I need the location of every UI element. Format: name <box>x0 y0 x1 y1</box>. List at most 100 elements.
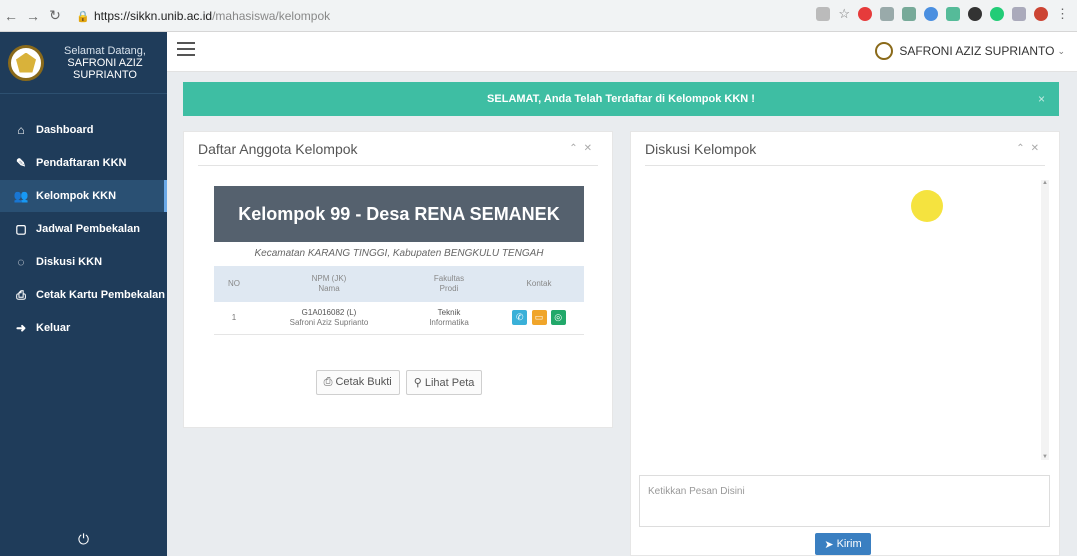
forward-icon[interactable]: → <box>22 8 44 24</box>
col-kontak: Kontak <box>494 266 584 302</box>
chat-icon: ◌ <box>17 255 25 269</box>
topbar: SAFRONI AZIZ SUPRIANTO ⌄ <box>167 32 1077 72</box>
cell-prodi: Informatika <box>429 317 469 327</box>
sidebar-item-jadwal[interactable]: ▢ Jadwal Pembekalan <box>0 213 167 245</box>
print-icon: ⎙ <box>16 287 26 302</box>
browser-toolbar: ← → ↻ 🔒 https://sikkn.unib.ac.id /mahasi… <box>0 0 1077 32</box>
chat-scrollbar[interactable]: ▲ ▼ <box>1041 180 1049 460</box>
extension-icon[interactable] <box>924 7 938 21</box>
scroll-down-icon[interactable]: ▼ <box>1041 454 1049 460</box>
url-path: /mahasiswa/kelompok <box>212 9 331 23</box>
extension-icon[interactable] <box>902 7 916 21</box>
kelompok-title: Kelompok 99 - Desa RENA SEMANEK <box>214 186 584 242</box>
collapse-icon[interactable]: ⌃ <box>1016 143 1030 154</box>
extension-icon[interactable] <box>880 7 894 21</box>
sidebar-item-kelompok[interactable]: 👥 Kelompok KKN <box>0 180 167 212</box>
extension-icon[interactable] <box>1012 7 1026 21</box>
close-icon[interactable]: ✕ <box>584 143 598 154</box>
anggota-table: NO NPM (JK) Nama Fakultas Prodi Kontak 1… <box>214 266 584 335</box>
user-logo-icon <box>875 42 894 60</box>
anggota-panel: Daftar Anggota Kelompok ⌃✕ Kelompok 99 -… <box>183 131 613 428</box>
lihat-peta-label: Lihat Peta <box>424 377 475 389</box>
lihat-peta-button[interactable]: ⚲ Lihat Peta <box>405 370 483 395</box>
collapse-icon[interactable]: ⌃ <box>569 143 583 154</box>
success-alert: SELAMAT, Anda Telah Terdaftar di Kelompo… <box>183 82 1059 116</box>
phone-icon[interactable]: ✆ <box>512 310 528 326</box>
welcome-text: Selamat Datang, <box>64 44 146 57</box>
col-npm: NPM (JK) Nama <box>254 266 404 302</box>
star-icon[interactable]: ☆ <box>838 6 850 22</box>
cetak-bukti-label: Cetak Bukti <box>335 376 392 388</box>
mouse-cursor-highlight <box>911 190 943 222</box>
hamburger-menu-icon[interactable] <box>177 42 195 56</box>
map-marker-icon: ⚲ <box>413 377 422 389</box>
back-icon[interactable]: ← <box>0 8 22 24</box>
close-icon[interactable]: ✕ <box>1031 143 1045 154</box>
message-input[interactable]: Ketikkan Pesan Disini <box>639 475 1050 527</box>
kecamatan-text: Kecamatan KARANG TINGGI, Kabupaten BENGK… <box>254 248 544 259</box>
sidebar-item-label: Pendaftaran KKN <box>36 157 127 169</box>
scroll-up-icon[interactable]: ▲ <box>1041 180 1049 186</box>
sidebar-user-name: SAFRONI AZIZ SUPRIANTO <box>67 56 143 81</box>
sidebar-item-label: Cetak Kartu Pembekalan <box>36 289 165 301</box>
send-button[interactable]: ➤ Kirim <box>815 533 871 555</box>
users-icon: 👥 <box>13 189 29 203</box>
col-fakultas: Fakultas Prodi <box>404 266 494 302</box>
header-npm: NPM (JK) <box>311 274 347 283</box>
panel-title: Daftar Anggota Kelompok <box>198 140 358 157</box>
diskusi-panel: Diskusi Kelompok ⌃✕ ▲ ▼ Ketikkan Pesan D… <box>630 131 1060 556</box>
sidebar-item-label: Jadwal Pembekalan <box>36 223 140 235</box>
sidebar-menu: ⌂ Dashboard ✎ Pendaftaran KKN 👥 Kelompok… <box>0 114 167 344</box>
col-no: NO <box>214 266 254 302</box>
power-icon[interactable]: ⏻ <box>0 531 167 548</box>
extension-icon[interactable] <box>968 7 982 21</box>
sidebar-item-keluar[interactable]: ➜ Keluar <box>0 312 167 344</box>
extensions-area: ☆ ⋮ <box>816 6 1069 22</box>
lock-icon: 🔒 <box>76 10 90 23</box>
cell-npm-nama: G1A016082 (L) Safroni Aziz Suprianto <box>254 302 404 335</box>
cell-fakultas-prodi: Teknik Informatika <box>404 302 494 335</box>
table-header-row: NO NPM (JK) Nama Fakultas Prodi Kontak <box>214 266 584 302</box>
close-icon[interactable]: × <box>1038 92 1045 106</box>
sidebar-item-label: Keluar <box>36 322 71 334</box>
sidebar-item-diskusi[interactable]: ◌ Diskusi KKN <box>0 246 167 278</box>
whatsapp-icon[interactable]: ◎ <box>550 310 566 326</box>
extension-icon[interactable] <box>990 7 1004 21</box>
send-icon: ➤ <box>824 538 834 551</box>
sidebar-item-cetak-kartu[interactable]: ⎙ Cetak Kartu Pembekalan <box>0 279 167 311</box>
extension-icon[interactable] <box>946 7 960 21</box>
panel-title: Diskusi Kelompok <box>645 140 757 157</box>
university-logo <box>8 44 44 81</box>
cell-nama: Safroni Aziz Suprianto <box>289 317 369 327</box>
user-dropdown[interactable]: SAFRONI AZIZ SUPRIANTO ⌄ <box>875 42 1065 60</box>
sidebar-item-label: Kelompok KKN <box>36 190 117 202</box>
sidebar-item-pendaftaran[interactable]: ✎ Pendaftaran KKN <box>0 147 167 179</box>
sidebar-item-dashboard[interactable]: ⌂ Dashboard <box>0 114 167 146</box>
cell-npm: G1A016082 (L) <box>301 307 357 317</box>
header-fakultas: Fakultas <box>433 274 465 283</box>
sidebar-item-label: Dashboard <box>36 124 94 136</box>
cell-fakultas: Teknik <box>437 307 461 317</box>
profile-avatar-icon[interactable] <box>1034 7 1048 21</box>
sidebar: Selamat Datang, SAFRONI AZIZ SUPRIANTO ⌂… <box>0 32 167 556</box>
extension-icon[interactable] <box>858 7 872 21</box>
header-prodi: Prodi <box>439 284 459 293</box>
sidebar-item-label: Diskusi KKN <box>36 256 103 268</box>
edit-icon: ✎ <box>15 156 27 170</box>
header-nama: Nama <box>318 284 340 293</box>
cell-no: 1 <box>214 302 254 335</box>
menu-dots-icon[interactable]: ⋮ <box>1056 6 1069 22</box>
reload-icon[interactable]: ↻ <box>44 7 66 24</box>
alert-message: SELAMAT, Anda Telah Terdaftar di Kelompo… <box>487 93 755 105</box>
extension-icon[interactable] <box>816 7 831 21</box>
address-bar[interactable]: 🔒 https://sikkn.unib.ac.id /mahasiswa/ke… <box>76 5 776 27</box>
chevron-down-icon: ⌄ <box>1057 45 1065 56</box>
sidebar-profile: Selamat Datang, SAFRONI AZIZ SUPRIANTO <box>0 32 167 94</box>
home-icon: ⌂ <box>17 123 25 137</box>
topbar-user-name: SAFRONI AZIZ SUPRIANTO <box>899 44 1055 58</box>
url-host: https://sikkn.unib.ac.id <box>94 9 213 23</box>
table-row: 1 G1A016082 (L) Safroni Aziz Suprianto T… <box>214 302 584 335</box>
email-icon[interactable]: ▭ <box>531 310 547 326</box>
cetak-bukti-button[interactable]: ⎙ Cetak Bukti <box>315 370 400 395</box>
send-label: Kirim <box>836 538 862 550</box>
